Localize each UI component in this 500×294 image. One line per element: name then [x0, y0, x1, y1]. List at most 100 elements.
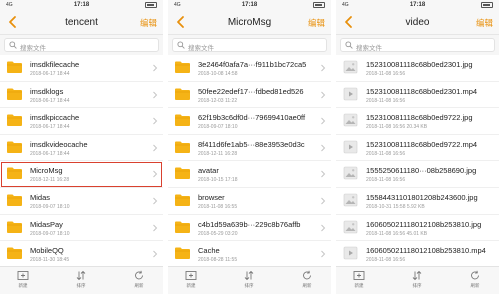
- video-file-icon: [343, 246, 358, 260]
- list-item[interactable]: MidasPay 2018-09-07 18:10: [0, 214, 163, 242]
- file-meta: 2018-09-07 18:10: [198, 124, 238, 131]
- file-name: 15584431101801208b243600.jpg: [366, 192, 478, 202]
- file-list: 152310081118c68b0ed2301.jpg 2018-11-08 16…: [336, 55, 499, 266]
- file-list: 3e2464f0afa7a···f911b1bc72ca5 2018-10-08 …: [168, 55, 331, 266]
- folder-icon: [7, 221, 22, 233]
- search-area: 搜索文件: [336, 35, 499, 55]
- refresh-label: 刷新: [470, 283, 480, 288]
- new-label: 新建: [186, 283, 196, 288]
- file-meta: 2018-06-17 18:44: [30, 71, 70, 77]
- list-item[interactable]: imsdkpiccache 2018-06-17 18:44: [0, 108, 163, 135]
- new-button[interactable]: 新建: [171, 270, 211, 289]
- search-input[interactable]: 搜索文件: [340, 38, 495, 52]
- new-folder-icon: [353, 271, 365, 280]
- search-placeholder: 搜索文件: [356, 45, 382, 52]
- refresh-icon: [135, 270, 143, 280]
- status-bar: 4G 17:18: [168, 0, 331, 11]
- file-name: Cache: [198, 246, 220, 256]
- list-item[interactable]: 15584431101801208b243600.jpg 2018-10-31 1…: [336, 187, 499, 215]
- new-label: 新建: [354, 283, 364, 288]
- search-input[interactable]: 搜索文件: [4, 38, 159, 52]
- refresh-label: 刷新: [134, 283, 144, 288]
- sort-icon: [412, 270, 422, 281]
- edit-button[interactable]: 编辑: [140, 17, 157, 29]
- edit-button[interactable]: 编辑: [308, 17, 325, 29]
- sort-button[interactable]: 排序: [61, 270, 101, 289]
- list-item[interactable]: avatar 2018-10-15 17:18: [168, 161, 331, 188]
- chevron-right-icon: [153, 117, 158, 125]
- list-item[interactable]: imsdkvideocache 2018-06-17 18:44: [0, 134, 163, 162]
- list-item[interactable]: 152310081118c68b0ed2301.jpg 2018-11-08 16…: [336, 55, 499, 82]
- list-item[interactable]: 152310081118c68b0ed9722.jpg 2018-11-08 16…: [336, 108, 499, 135]
- video-file-icon: [343, 87, 358, 100]
- list-item[interactable]: 160605021118012108b253810.jpg 2018-11-08 …: [336, 214, 499, 242]
- list-item[interactable]: 50fee22edef17···fdbed81ed526 2018-12-03 1…: [168, 81, 331, 109]
- list-item[interactable]: imsdkfilecache 2018-06-17 18:44: [0, 55, 163, 82]
- new-button[interactable]: 新建: [339, 270, 379, 289]
- page-title: video: [405, 17, 430, 28]
- phone-screen-tencent: 4G 17:18 tencent 编辑 搜索文件 imsdkfilecache 2…: [0, 0, 163, 294]
- refresh-button[interactable]: 刷新: [455, 270, 495, 289]
- file-name: MicroMsg: [30, 166, 63, 176]
- refresh-icon: [471, 270, 479, 280]
- file-meta: 2018-09-07 18:10: [30, 203, 70, 210]
- chevron-right-icon: [321, 250, 326, 258]
- chevron-right-icon: [321, 171, 326, 178]
- file-name: imsdklogs: [30, 86, 64, 96]
- sort-label: 排序: [76, 283, 86, 288]
- list-item[interactable]: Cache 2018-08-28 11:55: [168, 241, 331, 266]
- status-bar: 4G 17:18: [0, 0, 163, 11]
- chevron-right-icon: [153, 250, 158, 258]
- file-name: avatar: [198, 166, 219, 176]
- file-name: MidasPay: [30, 219, 63, 229]
- file-name: 152310081118c68b0ed2301.mp4: [366, 86, 478, 96]
- file-meta: 2018-12-11 16:28: [30, 177, 70, 184]
- list-item[interactable]: 3e2464f0afa7a···f911b1bc72ca5 2018-10-08 …: [168, 55, 331, 82]
- battery-icon: [481, 2, 493, 8]
- page-title: MicroMsg: [227, 17, 272, 28]
- list-item[interactable]: MobileQQ 2018-11-30 18:45: [0, 241, 163, 266]
- refresh-button[interactable]: 刷新: [119, 270, 159, 289]
- list-item[interactable]: 1555250611180···08b258690.jpg 2018-11-08 …: [336, 161, 499, 188]
- bottom-toolbar: 新建 排序 刷新: [336, 266, 499, 294]
- sort-button[interactable]: 排序: [397, 270, 437, 289]
- list-item[interactable]: 152310081118c68b0ed9722.mp4 2018-11-08 16…: [336, 134, 499, 162]
- list-item[interactable]: 152310081118c68b0ed2301.mp4 2018-11-08 16…: [336, 81, 499, 109]
- file-name: Midas: [30, 192, 51, 202]
- file-meta: 2018-09-07 18:10: [30, 230, 70, 237]
- folder-icon: [7, 247, 22, 260]
- sort-label: 排序: [244, 283, 254, 288]
- image-file-icon: [343, 60, 358, 74]
- list-item[interactable]: 8f411d6fe1ab5···88e3953e0d3c 2018-12-11 1…: [168, 134, 331, 162]
- image-file-icon: [343, 167, 358, 180]
- edit-button[interactable]: 编辑: [476, 17, 493, 29]
- list-item[interactable]: 160605021118012108b253810.mp4 2018-11-08 …: [336, 241, 499, 266]
- list-item[interactable]: 62f19b3c6df0d···79699410ae0ff 2018-09-07 …: [168, 108, 331, 135]
- file-meta: 2018-12-11 16:28: [198, 150, 238, 157]
- search-input[interactable]: 搜索文件: [172, 38, 327, 52]
- folder-icon: [7, 167, 22, 180]
- folder-icon: [7, 194, 22, 206]
- phone-screen-video: 4G 17:18 video 编辑 搜索文件 152310081118c68b0…: [336, 0, 499, 294]
- file-meta: 2018-11-08 16:56: [366, 150, 406, 157]
- file-meta: 2018-08-28 11:55: [198, 257, 238, 264]
- sort-button[interactable]: 排序: [229, 270, 269, 289]
- chevron-right-icon: [153, 64, 158, 72]
- search-icon: [345, 41, 353, 49]
- list-item[interactable]: c4b1d59a639b···229c8b76affb 2018-05-29 03…: [168, 214, 331, 242]
- file-meta: 2018-10-31 15:58 5.92 KB: [366, 203, 425, 210]
- refresh-button[interactable]: 刷新: [287, 270, 327, 289]
- search-icon: [177, 41, 185, 49]
- list-item-selected[interactable]: MicroMsg 2018-12-11 16:28: [0, 161, 163, 188]
- new-button[interactable]: 新建: [3, 270, 43, 289]
- list-item[interactable]: browser 2018-11-08 16:55: [168, 187, 331, 215]
- sort-label: 排序: [412, 283, 422, 288]
- page-title: tencent: [65, 17, 98, 28]
- list-item[interactable]: imsdklogs 2018-06-17 18:44: [0, 81, 163, 109]
- sort-icon: [76, 270, 86, 281]
- list-item[interactable]: Midas 2018-09-07 18:10: [0, 187, 163, 215]
- folder-icon: [175, 114, 190, 127]
- file-name: MobileQQ: [30, 246, 64, 256]
- chevron-right-icon: [153, 144, 158, 152]
- folder-icon: [175, 194, 190, 206]
